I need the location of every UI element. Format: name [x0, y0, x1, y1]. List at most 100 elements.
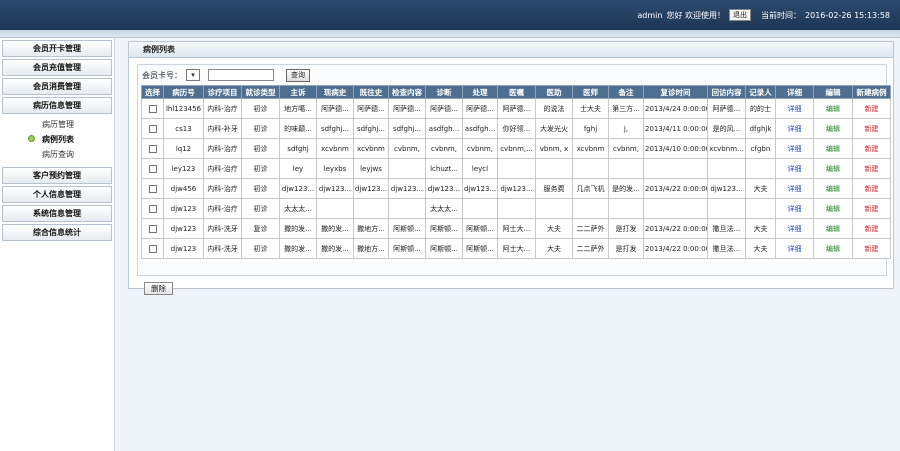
query-button[interactable]: 查询 [286, 68, 310, 82]
edit-link[interactable]: 编辑 [826, 125, 840, 133]
detail-link[interactable]: 详细 [788, 165, 802, 173]
table-cell: asdfgh... [462, 118, 498, 139]
menu-appointments[interactable]: 客户预约管理 [2, 167, 112, 184]
table-cell: 新建 [852, 158, 891, 179]
submenu-record-manage[interactable]: 病历管理 [0, 117, 114, 132]
edit-link[interactable]: 编辑 [826, 185, 840, 193]
table-row: ley123 内科-治疗 初诊 ley leyxbs leyjws lchuzt... ley… [141, 158, 891, 179]
new-record-link[interactable]: 新建 [865, 185, 879, 193]
detail-link[interactable]: 详细 [788, 245, 802, 253]
table-cell: 阿士大... [497, 238, 536, 259]
table-cell [462, 198, 498, 219]
delete-button[interactable]: 删除 [144, 282, 173, 295]
table-cell: 详细 [775, 218, 814, 239]
table-cell: 编辑 [813, 98, 853, 119]
row-checkbox[interactable] [148, 144, 157, 153]
new-record-link[interactable]: 新建 [865, 105, 879, 113]
table-cell: 服务费 [535, 178, 573, 199]
table-cell: ley123 [163, 158, 204, 179]
detail-link[interactable]: 详细 [788, 145, 802, 153]
cell-text: 是打发 [615, 244, 637, 253]
edit-link[interactable]: 编辑 [826, 145, 840, 153]
edit-link[interactable]: 编辑 [826, 205, 840, 213]
cell-text: ley123 [171, 164, 196, 173]
cell-text: 阿斯顿... [466, 244, 494, 253]
table-cell: 2013/4/22 0:00:00 [643, 178, 708, 199]
edit-link[interactable]: 编辑 [826, 245, 840, 253]
cell-text: cvbnm, [394, 144, 420, 153]
new-record-link[interactable]: 新建 [865, 245, 879, 253]
table-cell: leyxbs [316, 158, 354, 179]
menu-member-card[interactable]: 会员开卡管理 [2, 40, 112, 57]
menu-system-info[interactable]: 系统信息管理 [2, 205, 112, 222]
table-cell: 新建 [852, 238, 891, 259]
row-checkbox[interactable] [148, 224, 157, 233]
card-number-select[interactable]: ▾ [186, 69, 200, 81]
record-table: 选择 病历号 诊疗项目 就诊类型 主诉 现病史 既往史 检查内容 诊断 处理 医嘱 医助 医师 备注 复诊时… [141, 85, 891, 259]
cell-text: fghj [583, 124, 598, 133]
table-cell: sdfghj... [316, 118, 354, 139]
table-cell: xcvbnm [316, 138, 354, 159]
cell-text: djw123... [464, 184, 497, 193]
table-cell [745, 198, 776, 219]
table-cell [141, 118, 164, 139]
detail-link[interactable]: 详细 [788, 185, 802, 193]
row-checkbox[interactable] [148, 184, 157, 193]
logout-button[interactable]: 退出 [729, 9, 752, 21]
cell-text: 是打发 [615, 224, 637, 233]
row-checkbox[interactable] [148, 204, 157, 213]
table-cell: 是的发... [608, 178, 644, 199]
table-cell: 内科-治疗 [203, 98, 242, 119]
cell-text: xcvbnm... [709, 144, 744, 153]
table-cell: 内科-治疗 [203, 158, 242, 179]
table-row: djw123 内科-洗牙 复诊 撒的发... 撒的发... 撒地方... 阿斯顿... 阿斯顿… [141, 218, 891, 239]
new-record-link[interactable]: 新建 [865, 125, 879, 133]
detail-link[interactable]: 详细 [788, 105, 802, 113]
cell-text: leyxbs [323, 164, 347, 173]
cell-text: 复诊 [253, 224, 268, 233]
menu-personal-info[interactable]: 个人信息管理 [2, 186, 112, 203]
record-list-panel: 病例列表 会员卡号： ▾ 查询 选择 病历号 诊疗项目 就诊类型 主诉 现病史 既往史 检查内… [128, 41, 894, 295]
row-checkbox[interactable] [148, 124, 157, 133]
table-cell: djw123... [425, 178, 463, 199]
card-number-input[interactable] [208, 69, 274, 81]
cell-text: 阿萨德... [466, 104, 494, 113]
detail-link[interactable]: 详细 [788, 125, 802, 133]
table-row: lhl123456 内科-治疗 初诊 地方噶... 阿萨德... 阿萨德... 阿萨德...… [141, 98, 891, 119]
table-cell: 第三方... [608, 98, 644, 119]
edit-link[interactable]: 编辑 [826, 105, 840, 113]
submenu-label: 病例列表 [42, 135, 74, 144]
table-cell: 阿萨德... [353, 98, 389, 119]
row-checkbox[interactable] [148, 244, 157, 253]
row-checkbox[interactable] [148, 164, 157, 173]
cell-text: sdfghj [287, 144, 309, 153]
table-cell: 大夫 [535, 238, 573, 259]
cell-text: 撒旦法... [712, 224, 741, 233]
table-cell: 阿斯顿... [388, 218, 426, 239]
submenu-record-query[interactable]: 病历查询 [0, 147, 114, 162]
table-cell: 阿萨德... [707, 98, 746, 119]
edit-link[interactable]: 编辑 [826, 225, 840, 233]
table-cell: 是打发 [608, 218, 644, 239]
table-cell: 撒地方... [353, 218, 389, 239]
table-cell: 2013/4/10 0:00:00 [643, 138, 708, 159]
new-record-link[interactable]: 新建 [865, 145, 879, 153]
new-record-link[interactable]: 新建 [865, 225, 879, 233]
cell-text: 内科-治疗 [207, 144, 238, 153]
edit-link[interactable]: 编辑 [826, 165, 840, 173]
table-cell: 编辑 [813, 158, 853, 179]
row-checkbox[interactable] [148, 104, 157, 113]
submenu-record-list[interactable]: 病例列表 [0, 132, 114, 147]
menu-member-recharge[interactable]: 会员充值管理 [2, 59, 112, 76]
menu-statistics[interactable]: 综合信息统计 [2, 224, 112, 241]
detail-link[interactable]: 详细 [788, 205, 802, 213]
new-record-link[interactable]: 新建 [865, 165, 879, 173]
menu-member-consume[interactable]: 会员消费管理 [2, 78, 112, 95]
cell-text: lq12 [175, 144, 192, 153]
table-cell [141, 218, 164, 239]
new-record-link[interactable]: 新建 [865, 205, 879, 213]
detail-link[interactable]: 详细 [788, 225, 802, 233]
cell-text: 阿萨德... [321, 104, 349, 113]
menu-medical-records[interactable]: 病历信息管理 [2, 97, 112, 114]
cell-text: xcvbnm [357, 144, 385, 153]
